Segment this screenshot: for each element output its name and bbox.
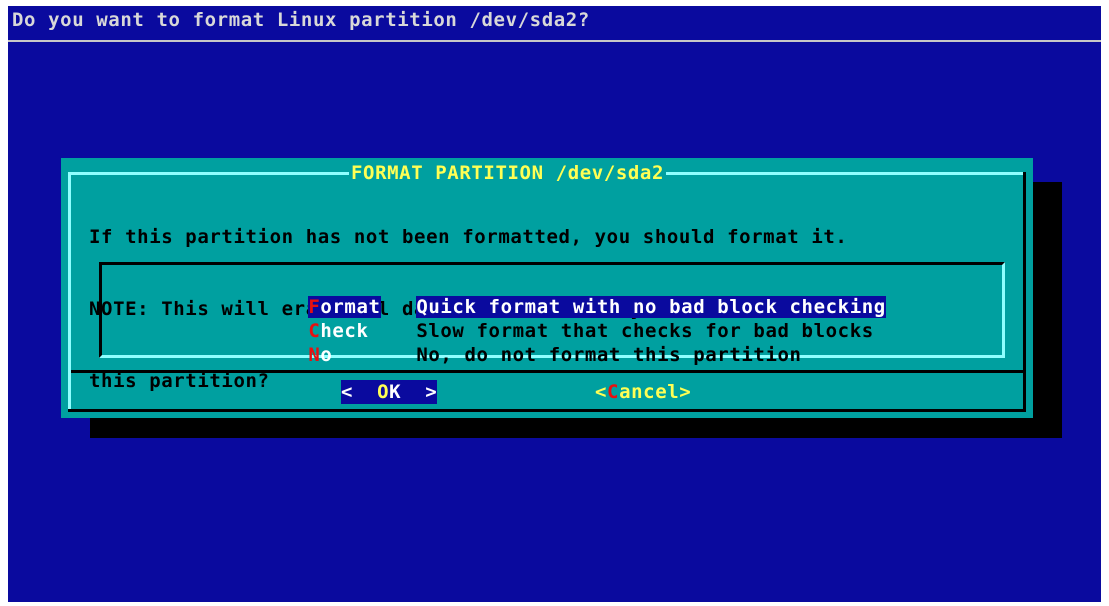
ok-button[interactable]: < OK >	[341, 380, 438, 404]
cancel-hotkey: C	[607, 381, 620, 403]
dialog-frame-left	[68, 172, 71, 412]
ok-bracket-left: <	[341, 381, 378, 403]
menu-item-tag-rest: o	[320, 344, 333, 366]
backtitle-divider	[8, 40, 1101, 42]
button-row-divider	[71, 370, 1023, 373]
ok-label-rest: K	[389, 381, 402, 403]
terminal-screen: Do you want to format Linux partition /d…	[8, 6, 1101, 602]
cancel-button[interactable]: <Cancel>	[595, 380, 691, 404]
hotkey-letter: N	[308, 344, 321, 366]
cancel-bracket-right: >	[679, 381, 692, 403]
menu-list: Format Quick format with no bad block che…	[99, 262, 1005, 366]
menu-item-description: No, do not format this partition	[416, 344, 802, 366]
backtitle: Do you want to format Linux partition /d…	[12, 9, 590, 31]
menu-item-no[interactable]: No No, do not format this partition	[212, 319, 802, 391]
ok-bracket-right: >	[401, 381, 438, 403]
ok-hotkey: O	[377, 381, 390, 403]
format-partition-dialog: FORMAT PARTITION /dev/sda2 If this parti…	[61, 158, 1033, 418]
cancel-label-rest: ancel	[619, 381, 680, 403]
dialog-frame-right	[1023, 172, 1026, 412]
dialog-message-line: If this partition has not been formatted…	[89, 226, 848, 248]
cancel-bracket-left: <	[595, 381, 608, 403]
